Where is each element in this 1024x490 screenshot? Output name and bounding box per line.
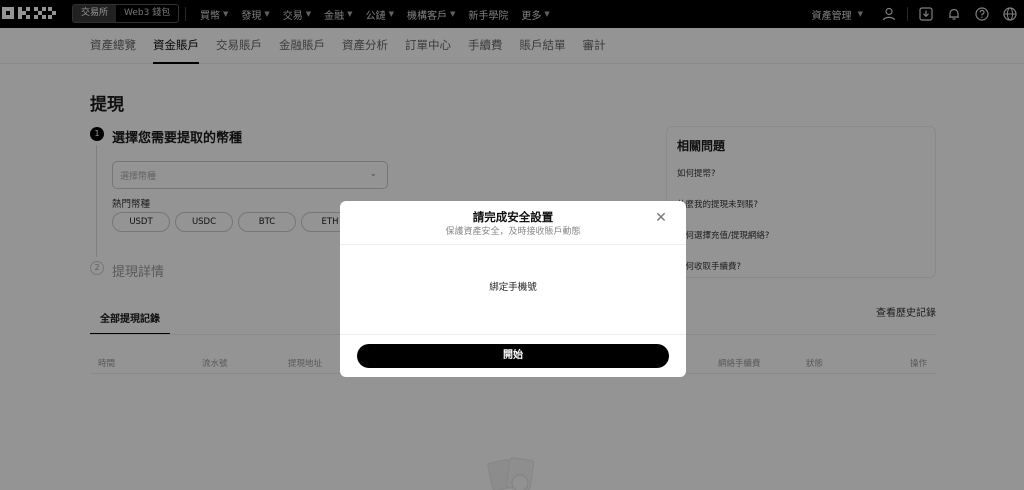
- bind-phone-label: 綁定手機號: [489, 282, 537, 293]
- modal-subtitle: 保護資產安全，及時接收賬戶動態: [445, 227, 581, 237]
- security-setup-modal: 請完成安全設置 保護資產安全，及時接收賬戶動態 ✕ 綁定手機號 開始: [340, 201, 686, 377]
- modal-divider: [340, 334, 686, 335]
- modal-title: 請完成安全設置: [472, 210, 554, 224]
- start-button[interactable]: 開始: [357, 344, 669, 368]
- close-icon[interactable]: ✕: [654, 211, 668, 225]
- modal-divider: [340, 244, 686, 245]
